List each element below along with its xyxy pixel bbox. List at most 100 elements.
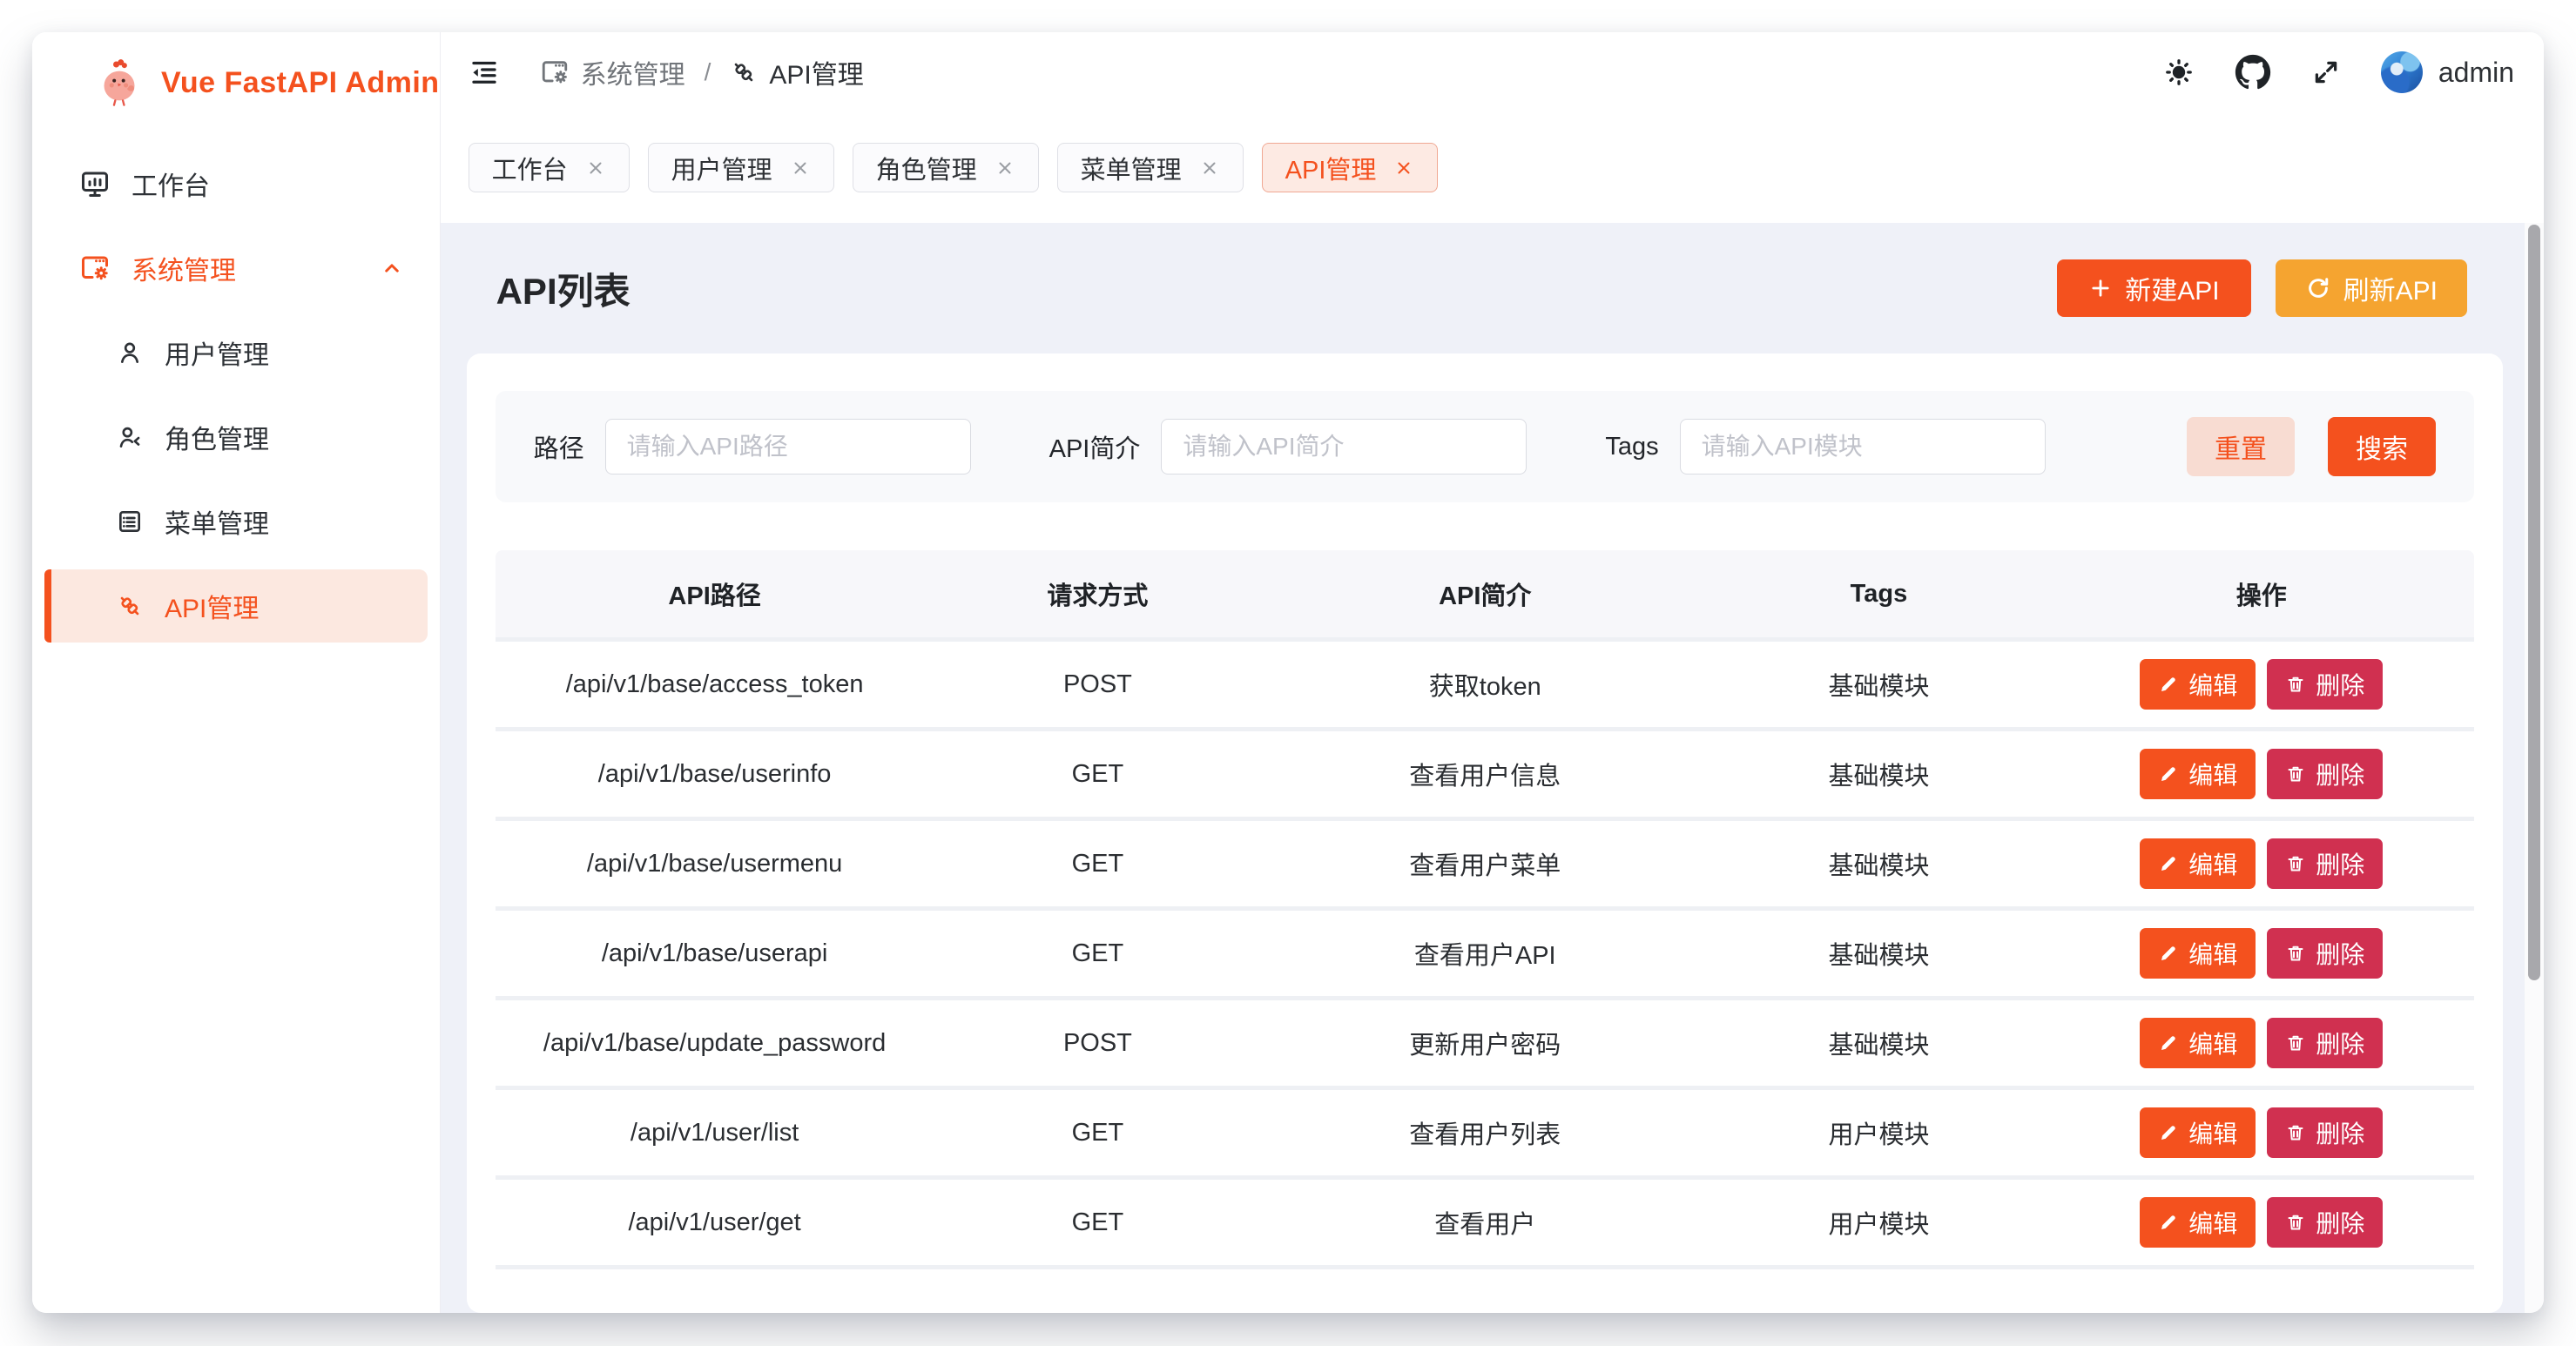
edit-button[interactable]: 编辑 (2140, 928, 2256, 979)
edit-button[interactable]: 编辑 (2140, 1197, 2256, 1248)
breadcrumb: 系统管理 / API管理 (540, 53, 864, 91)
reset-button[interactable]: 重置 (2187, 417, 2295, 476)
fullscreen-icon[interactable] (2311, 57, 2341, 87)
summary-filter-input[interactable] (1161, 419, 1527, 474)
table-header: API路径 请求方式 API简介 Tags 操作 (496, 550, 2474, 637)
tab-label: 菜单管理 (1081, 150, 1182, 186)
sidebar-item-menus[interactable]: 菜单管理 (44, 485, 428, 558)
edit-button[interactable]: 编辑 (2140, 749, 2256, 799)
cell-method: POST (934, 670, 1262, 699)
tab[interactable]: API管理 (1262, 143, 1439, 192)
delete-label: 删除 (2316, 757, 2364, 791)
sidebar: Vue FastAPI Admin 工作台 (32, 32, 441, 1313)
edit-button[interactable]: 编辑 (2140, 1018, 2256, 1068)
delete-button[interactable]: 删除 (2267, 1018, 2383, 1068)
breadcrumb-item-system[interactable]: 系统管理 (540, 53, 685, 91)
collapse-sidebar-button[interactable] (469, 57, 500, 88)
path-filter-input[interactable] (605, 419, 971, 474)
breadcrumb-label: 系统管理 (581, 53, 685, 91)
edit-button[interactable]: 编辑 (2140, 838, 2256, 889)
system-settings-icon (79, 252, 111, 284)
column-header-actions: 操作 (2049, 575, 2474, 612)
scrollbar-track[interactable] (2525, 223, 2544, 1313)
delete-label: 删除 (2316, 1115, 2364, 1150)
table-row: /api/v1/user/list GET 查看用户列表 用户模块 (496, 1086, 2474, 1175)
github-icon[interactable] (2235, 54, 2271, 91)
tab[interactable]: 用户管理 (648, 143, 834, 192)
tab[interactable]: 工作台 (469, 143, 630, 192)
edit-label: 编辑 (2188, 846, 2237, 881)
refresh-api-button[interactable]: 刷新API (2276, 259, 2467, 317)
table-body: /api/v1/base/access_token POST 获取token 基… (496, 637, 2474, 1265)
sidebar-item-label: 菜单管理 (165, 502, 269, 541)
edit-button[interactable]: 编辑 (2140, 1107, 2256, 1158)
trash-icon (2285, 1122, 2306, 1143)
edit-label: 编辑 (2188, 667, 2237, 702)
cell-method: GET (934, 760, 1262, 789)
sidebar-item-system[interactable]: 系统管理 (44, 232, 428, 305)
pencil-icon (2158, 853, 2179, 874)
menu-list-icon (116, 508, 144, 535)
table-row: /api/v1/user/get GET 查看用户 用户模块 (496, 1175, 2474, 1265)
tab-close-icon[interactable] (995, 158, 1015, 178)
column-header-tags: Tags (1709, 580, 2048, 609)
sidebar-item-users[interactable]: 用户管理 (44, 316, 428, 389)
trash-icon (2285, 764, 2306, 784)
cell-summary: 更新用户密码 (1261, 1025, 1709, 1061)
table-row: /api/v1/base/update_password POST 更新用户密码… (496, 996, 2474, 1086)
tab-close-icon[interactable] (1199, 158, 1220, 178)
table-row: /api/v1/base/userinfo GET 查看用户信息 基础模块 (496, 727, 2474, 817)
api-plug-icon (730, 58, 758, 86)
cell-api-path: /api/v1/base/access_token (496, 670, 934, 699)
logo[interactable]: Vue FastAPI Admin (32, 32, 440, 109)
pencil-icon (2158, 1212, 2179, 1233)
cell-summary: 查看用户菜单 (1261, 845, 1709, 882)
delete-label: 删除 (2316, 1026, 2364, 1060)
cell-api-path: /api/v1/base/update_password (496, 1029, 934, 1058)
tags-filter-label: Tags (1605, 433, 1658, 461)
page-title: API列表 (496, 262, 631, 315)
sidebar-item-apis[interactable]: API管理 (44, 569, 428, 643)
tags-filter-input[interactable] (1680, 419, 2046, 474)
sidebar-item-roles[interactable]: 角色管理 (44, 400, 428, 474)
table-row: /api/v1/base/userapi GET 查看用户API 基础模块 (496, 906, 2474, 996)
tab[interactable]: 菜单管理 (1057, 143, 1244, 192)
chick-logo-icon (95, 58, 144, 107)
top-header: 系统管理 / API管理 (441, 32, 2544, 112)
tab-close-icon[interactable] (790, 158, 811, 178)
user-menu[interactable]: admin (2381, 51, 2514, 93)
breadcrumb-item-api[interactable]: API管理 (730, 53, 863, 91)
theme-toggle-button[interactable] (2163, 57, 2195, 88)
delete-button[interactable]: 删除 (2267, 749, 2383, 799)
tab-label: 工作台 (492, 150, 568, 186)
tab-close-icon[interactable] (1393, 158, 1414, 178)
delete-button[interactable]: 删除 (2267, 659, 2383, 710)
scrollbar-thumb[interactable] (2528, 225, 2540, 980)
pencil-icon (2158, 1033, 2179, 1053)
avatar[interactable] (2381, 51, 2423, 93)
sidebar-item-label: API管理 (165, 587, 259, 625)
filter-bar: 路径 API简介 Tags 重置 搜索 (496, 391, 2474, 502)
pencil-icon (2158, 943, 2179, 964)
edit-button[interactable]: 编辑 (2140, 659, 2256, 710)
trash-icon (2285, 853, 2306, 874)
cell-tags: 基础模块 (1709, 756, 2048, 792)
column-header-path: API路径 (496, 575, 934, 612)
sidebar-item-workbench[interactable]: 工作台 (44, 147, 428, 220)
main-area: 系统管理 / API管理 (441, 32, 2544, 1313)
create-api-button[interactable]: 新建API (2057, 259, 2250, 317)
delete-button[interactable]: 删除 (2267, 1107, 2383, 1158)
refresh-icon (2305, 275, 2331, 301)
path-filter-label: 路径 (534, 428, 584, 465)
page-title-row: API列表 新建API (441, 223, 2525, 353)
cell-summary: 查看用户列表 (1261, 1114, 1709, 1151)
tab[interactable]: 角色管理 (853, 143, 1039, 192)
cell-tags: 用户模块 (1709, 1114, 2048, 1151)
tab-close-icon[interactable] (585, 158, 606, 178)
delete-button[interactable]: 删除 (2267, 838, 2383, 889)
edit-label: 编辑 (2188, 936, 2237, 971)
delete-button[interactable]: 删除 (2267, 928, 2383, 979)
delete-button[interactable]: 删除 (2267, 1197, 2383, 1248)
search-button[interactable]: 搜索 (2328, 417, 2436, 476)
pencil-icon (2158, 764, 2179, 784)
